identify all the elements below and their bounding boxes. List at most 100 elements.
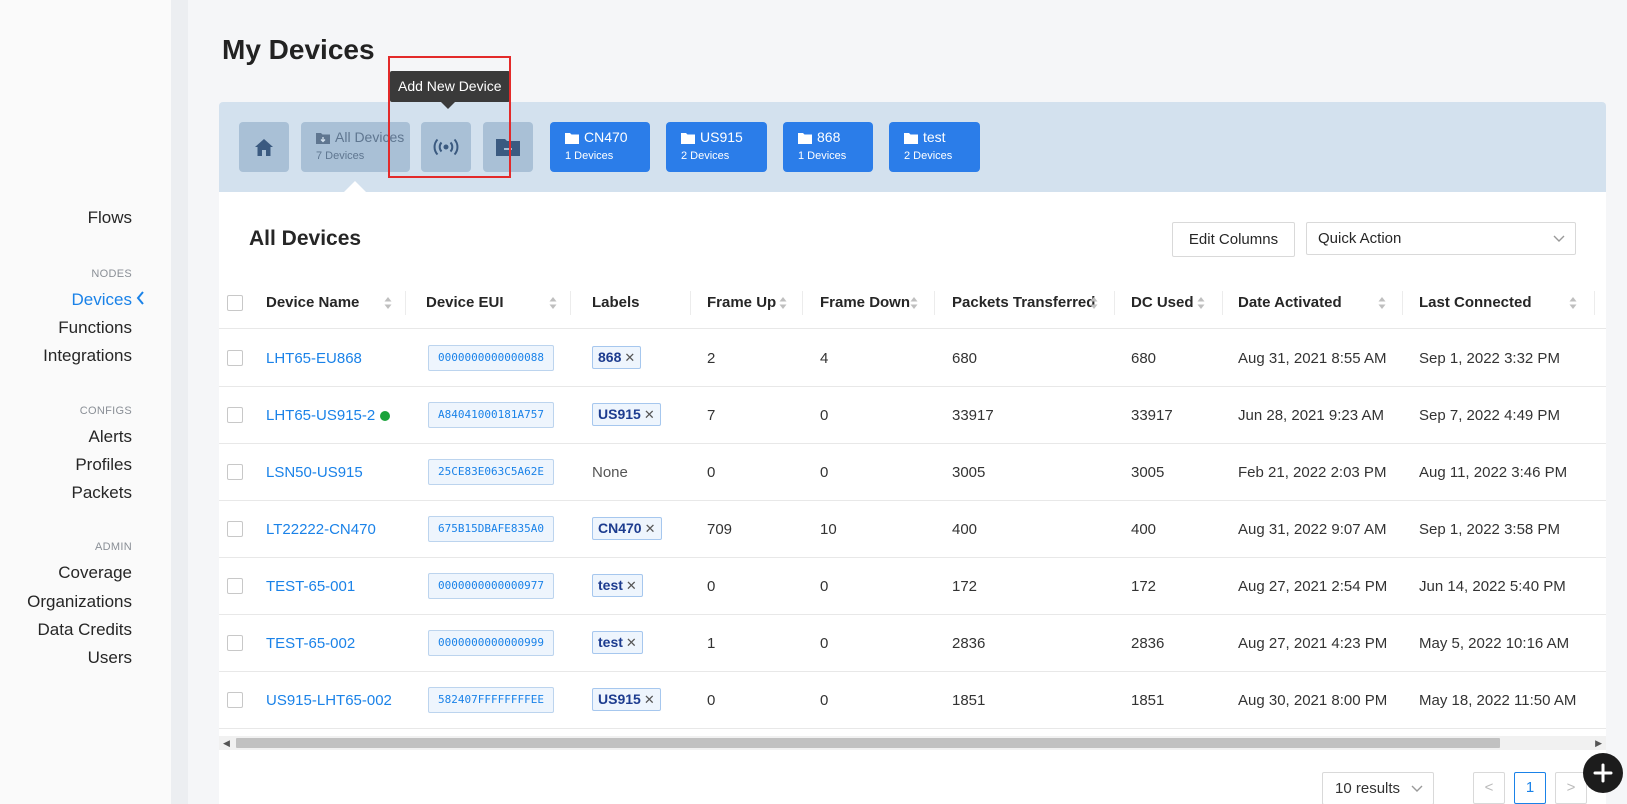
add-fab-button[interactable] xyxy=(1583,753,1623,793)
col-last-connected[interactable]: Last Connected xyxy=(1419,277,1532,329)
sort-icon[interactable] xyxy=(549,296,557,310)
sort-icon[interactable] xyxy=(779,296,787,310)
sidebar-item-flows[interactable]: Flows xyxy=(0,208,171,228)
device-eui: 0000000000000088 xyxy=(428,345,554,371)
label-tag: US915 ✕ xyxy=(592,403,661,426)
label-tile-868[interactable]: 868 1 Devices xyxy=(783,122,873,172)
remove-label-icon[interactable]: ✕ xyxy=(626,635,637,650)
frame-up: 0 xyxy=(707,692,716,709)
col-device-eui[interactable]: Device EUI xyxy=(426,277,504,329)
sidebar-item-packets[interactable]: Packets xyxy=(0,483,171,503)
table-row[interactable]: TEST-65-002 0000000000000999 test ✕ 1 0 2… xyxy=(219,615,1606,672)
scroll-left-icon[interactable]: ◀ xyxy=(223,738,230,749)
column-divider xyxy=(1222,291,1223,315)
row-checkbox[interactable] xyxy=(227,578,243,594)
row-checkbox[interactable] xyxy=(227,692,243,708)
table-row[interactable]: LSN50-US915 25CE83E063C5A62E None 0 0 30… xyxy=(219,444,1606,501)
row-checkbox[interactable] xyxy=(227,407,243,423)
sort-icon[interactable] xyxy=(1090,296,1098,310)
sidebar-item-devices[interactable]: Devices xyxy=(0,290,171,310)
sidebar-item-integrations[interactable]: Integrations xyxy=(0,346,171,366)
col-packets-transferred[interactable]: Packets Transferred xyxy=(952,277,1095,329)
sidebar-item-label: Devices xyxy=(71,290,132,309)
page-1-button[interactable]: 1 xyxy=(1514,772,1546,804)
prev-page-button[interactable]: < xyxy=(1473,772,1505,804)
scroll-right-icon[interactable]: ▶ xyxy=(1595,738,1602,749)
label-tile-test[interactable]: test 2 Devices xyxy=(889,122,980,172)
table-row[interactable]: LHT65-EU868 0000000000000088 868 ✕ 2 4 68… xyxy=(219,330,1606,387)
sidebar-item-functions[interactable]: Functions xyxy=(0,318,171,338)
quick-action-select[interactable]: Quick Action xyxy=(1306,222,1576,255)
device-name-link[interactable]: LSN50-US915 xyxy=(266,444,363,501)
sort-icon[interactable] xyxy=(1378,296,1386,310)
remove-label-icon[interactable]: ✕ xyxy=(644,407,655,422)
remove-label-icon[interactable]: ✕ xyxy=(645,521,656,536)
col-frame-down[interactable]: Frame Down xyxy=(820,277,910,329)
table-row[interactable]: US915-LHT65-002 582407FFFFFFFFEE US915 ✕ … xyxy=(219,672,1606,729)
select-all-checkbox[interactable] xyxy=(227,295,243,311)
sort-icon[interactable] xyxy=(384,296,392,310)
device-name-link[interactable]: US915-LHT65-002 xyxy=(266,672,392,729)
frame-down: 10 xyxy=(820,521,837,538)
device-name-link[interactable]: TEST-65-002 xyxy=(266,615,355,672)
frame-up: 709 xyxy=(707,521,733,538)
results-per-page-select[interactable]: 10 results xyxy=(1322,772,1434,804)
row-checkbox[interactable] xyxy=(227,635,243,651)
frame-up: 0 xyxy=(707,578,716,595)
device-eui: 0000000000000999 xyxy=(428,630,554,656)
table-row[interactable]: TEST-65-001 0000000000000977 test ✕ 0 0 1… xyxy=(219,558,1606,615)
frame-down: 0 xyxy=(820,692,829,709)
packets-transferred: 1851 xyxy=(952,692,986,709)
home-button[interactable] xyxy=(239,122,289,172)
sidebar-section-nodes: NODES xyxy=(91,268,132,280)
column-divider xyxy=(1402,291,1403,315)
col-date-activated[interactable]: Date Activated xyxy=(1238,277,1342,329)
label-tile-us915[interactable]: US915 2 Devices xyxy=(666,122,767,172)
next-page-button[interactable]: > xyxy=(1555,772,1587,804)
table-row[interactable]: LT22222-CN470 675B15DBAFE835A0 CN470 ✕ 70… xyxy=(219,501,1606,558)
label-tag-text: US915 xyxy=(598,691,641,707)
remove-label-icon[interactable]: ✕ xyxy=(624,350,635,365)
device-name-link[interactable]: LT22222-CN470 xyxy=(266,501,376,558)
sidebar-item-coverage[interactable]: Coverage xyxy=(0,563,171,583)
sidebar-item-users[interactable]: Users xyxy=(0,648,171,668)
device-name-link[interactable]: TEST-65-001 xyxy=(266,558,355,615)
sidebar-item-profiles[interactable]: Profiles xyxy=(0,455,171,475)
col-frame-up[interactable]: Frame Up xyxy=(707,277,776,329)
horizontal-scrollbar[interactable]: ◀ ▶ xyxy=(219,736,1606,750)
dc-used: 680 xyxy=(1131,350,1157,367)
label-tag-text: 868 xyxy=(598,349,622,365)
selected-tile-pointer xyxy=(344,181,366,192)
col-device-name[interactable]: Device Name xyxy=(266,277,359,329)
label-tile-count: 2 Devices xyxy=(681,150,730,162)
sort-icon[interactable] xyxy=(910,296,918,310)
col-dc-used[interactable]: DC Used xyxy=(1131,277,1194,329)
sort-icon[interactable] xyxy=(1197,296,1205,310)
label-tag-text: CN470 xyxy=(598,520,642,536)
label-tag: 868 ✕ xyxy=(592,346,642,369)
sidebar-divider xyxy=(171,0,188,804)
device-name-link[interactable]: LHT65-EU868 xyxy=(266,330,362,387)
column-divider xyxy=(934,291,935,315)
folder-icon xyxy=(565,133,579,144)
row-checkbox[interactable] xyxy=(227,521,243,537)
row-checkbox[interactable] xyxy=(227,350,243,366)
dc-used: 2836 xyxy=(1131,635,1165,652)
dc-used: 3005 xyxy=(1131,464,1165,481)
remove-label-icon[interactable]: ✕ xyxy=(644,692,655,707)
table-row[interactable]: LHT65-US915-2 A84041000181A757 US915 ✕ 7 … xyxy=(219,387,1606,444)
label-tile-cn470[interactable]: CN470 1 Devices xyxy=(550,122,650,172)
all-devices-count: 7 Devices xyxy=(316,150,365,162)
scrollbar-thumb[interactable] xyxy=(236,738,1500,748)
device-name-link[interactable]: LHT65-US915-2 xyxy=(266,387,391,444)
remove-label-icon[interactable]: ✕ xyxy=(626,578,637,593)
edit-columns-button[interactable]: Edit Columns xyxy=(1172,222,1295,257)
sidebar-item-organizations[interactable]: Organizations xyxy=(0,592,171,612)
row-checkbox[interactable] xyxy=(227,464,243,480)
last-connected: Sep 1, 2022 3:32 PM xyxy=(1419,350,1560,367)
results-per-page-value: 10 results xyxy=(1335,780,1401,797)
sort-icon[interactable] xyxy=(1569,296,1577,310)
sidebar-item-data-credits[interactable]: Data Credits xyxy=(0,620,171,640)
sidebar-item-alerts[interactable]: Alerts xyxy=(0,427,171,447)
dc-used: 1851 xyxy=(1131,692,1165,709)
